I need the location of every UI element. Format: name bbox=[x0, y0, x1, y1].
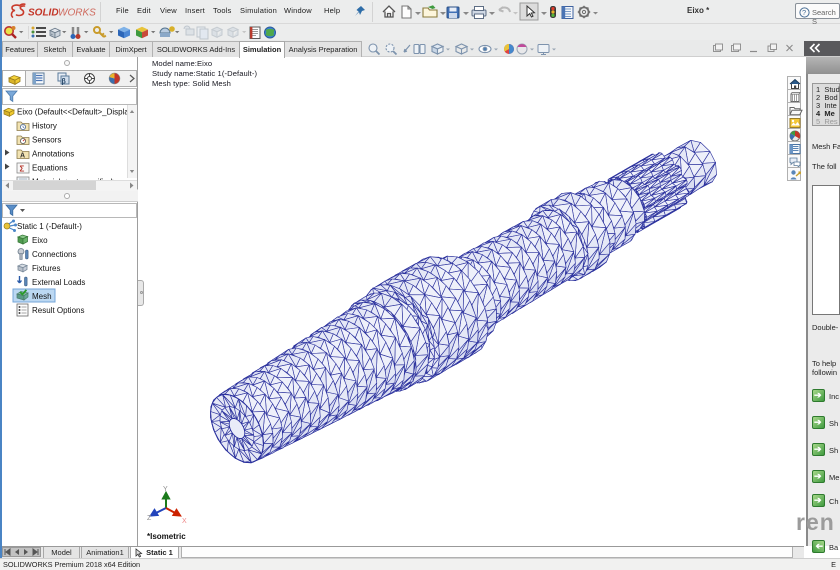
svg-text:Annotations: Annotations bbox=[32, 150, 74, 159]
svg-text:WORKS: WORKS bbox=[58, 8, 96, 19]
svg-text:Σ: Σ bbox=[20, 165, 25, 174]
svg-text:Sensors: Sensors bbox=[32, 136, 61, 145]
svg-text:Connections: Connections bbox=[32, 250, 76, 259]
svg-text:Result Options: Result Options bbox=[32, 306, 84, 315]
svg-text:β: β bbox=[62, 79, 67, 86]
svg-text:Equations: Equations bbox=[32, 164, 68, 173]
svg-text:X: X bbox=[182, 518, 187, 525]
svg-text:Eixo: Eixo bbox=[32, 236, 48, 245]
svg-text:Mesh: Mesh bbox=[32, 292, 52, 301]
svg-text:A: A bbox=[20, 153, 25, 160]
svg-text:History: History bbox=[32, 122, 57, 131]
svg-text:Z: Z bbox=[147, 515, 152, 522]
svg-text:Static 1 (-Default-): Static 1 (-Default-) bbox=[17, 222, 82, 231]
svg-text:?: ? bbox=[802, 8, 806, 17]
svg-text:External Loads: External Loads bbox=[32, 278, 85, 287]
svg-text:SOLID: SOLID bbox=[28, 8, 59, 19]
svg-text:Eixo (Default<<Default>_Displ: Eixo (Default<<Default>_Display bbox=[17, 108, 133, 117]
svg-text:Fixtures: Fixtures bbox=[32, 264, 60, 273]
